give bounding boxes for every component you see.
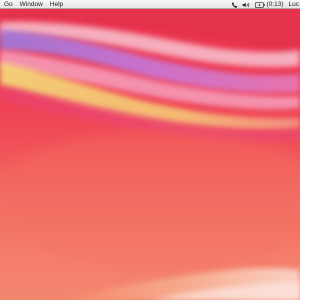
battery-icon [254,0,265,9]
wallpaper [0,10,300,300]
menu-bar: Go Window Help (0:13) Luc [0,0,300,9]
phone-icon[interactable] [231,0,237,9]
volume-icon[interactable] [242,0,250,9]
menu-window[interactable]: Window [20,0,43,9]
battery-time: (0:13) [266,1,284,8]
user-menu[interactable]: Luc [289,0,299,9]
battery-status[interactable]: (0:13) [254,0,284,9]
menu-go[interactable]: Go [4,0,13,9]
desktop: Go Window Help (0:13) Luc [0,0,300,300]
menu-items: Go Window Help [4,0,63,9]
status-area: (0:13) Luc [231,0,300,9]
menu-help[interactable]: Help [50,0,63,9]
